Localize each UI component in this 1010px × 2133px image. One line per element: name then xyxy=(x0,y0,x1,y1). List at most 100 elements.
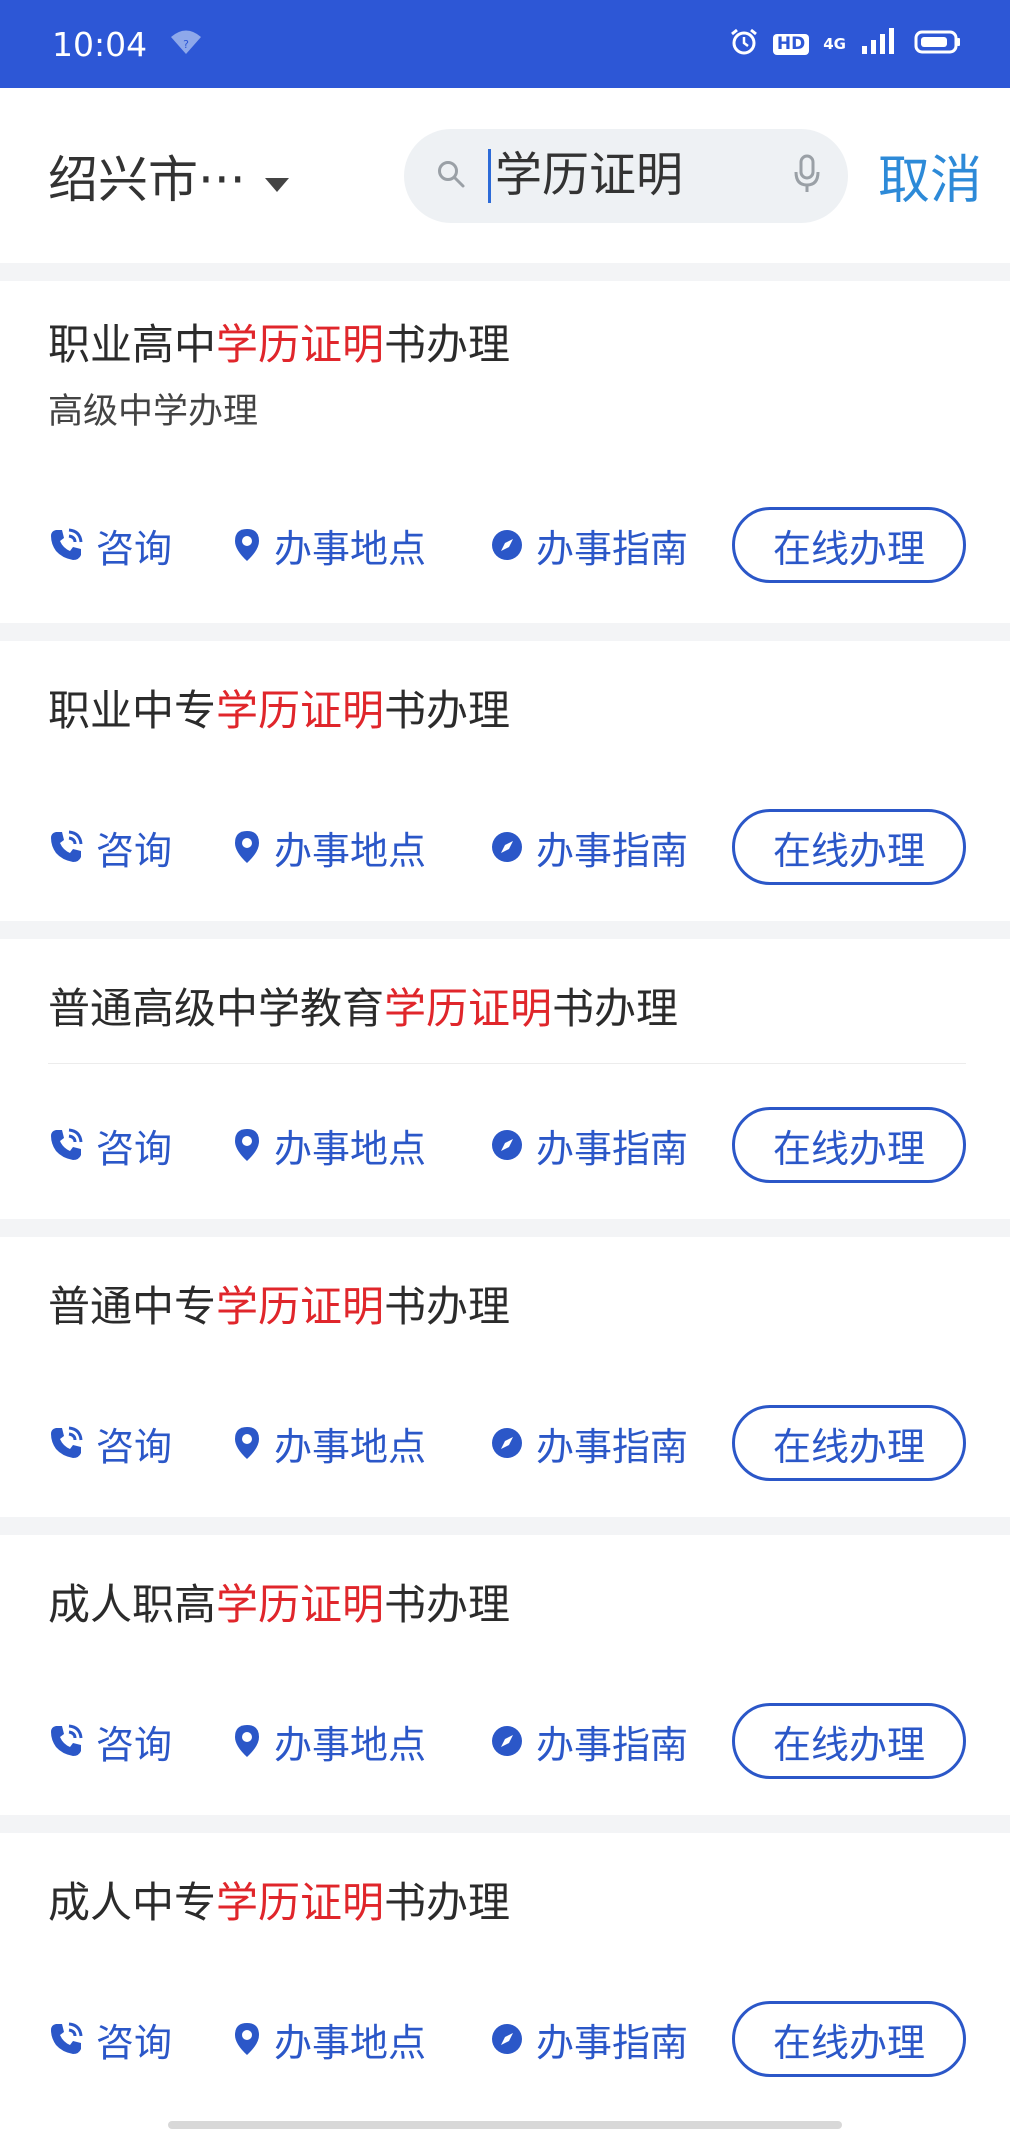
status-time: 10:04 xyxy=(52,24,148,64)
result-subtitle: 高级中学办理 xyxy=(48,392,259,432)
online-apply-button[interactable]: 在线办理 xyxy=(732,507,966,583)
search-header: 绍兴市··· 学历证明 取消 xyxy=(0,88,1010,263)
result-title: 普通中专学历证明书办理 xyxy=(48,1282,511,1331)
consult-button[interactable]: 咨询 xyxy=(48,1714,232,1769)
compass-icon xyxy=(490,528,524,562)
location-label: 办事地点 xyxy=(274,1424,427,1469)
result-actions: 咨询 办事地点 办事指南 在线办理 xyxy=(48,809,966,885)
consult-button[interactable]: 咨询 xyxy=(48,820,232,875)
online-apply-button[interactable]: 在线办理 xyxy=(732,1703,966,1779)
online-apply-button[interactable]: 在线办理 xyxy=(732,1107,966,1183)
location-button[interactable]: 办事地点 xyxy=(232,2012,490,2067)
result-card[interactable]: 普通高级中学教育学历证明书办理 咨询 办事地点 办事指南 在线办理 xyxy=(0,939,1010,1219)
result-card[interactable]: 职业中专学历证明书办理 咨询 办事地点 办事指南 在线办理 xyxy=(0,641,1010,921)
signal-icon xyxy=(860,28,900,60)
guide-button[interactable]: 办事指南 xyxy=(490,1118,728,1173)
online-apply-button[interactable]: 在线办理 xyxy=(732,2001,966,2077)
location-pin-icon xyxy=(232,1723,262,1759)
battery-icon xyxy=(914,29,962,59)
consult-button[interactable]: 咨询 xyxy=(48,1416,232,1471)
result-actions: 咨询 办事地点 办事指南 在线办理 xyxy=(48,1405,966,1481)
phone-icon xyxy=(48,527,84,563)
cancel-button[interactable]: 取消 xyxy=(878,138,982,213)
compass-icon xyxy=(490,830,524,864)
alarm-icon xyxy=(729,27,759,61)
city-selector[interactable]: 绍兴市··· xyxy=(48,140,358,212)
search-input[interactable]: 学历证明 xyxy=(488,148,794,203)
phone-icon xyxy=(48,1723,84,1759)
phone-icon xyxy=(48,1425,84,1461)
search-box[interactable]: 学历证明 xyxy=(404,128,848,223)
microphone-icon[interactable] xyxy=(794,154,820,198)
location-button[interactable]: 办事地点 xyxy=(232,1118,490,1173)
consult-label: 咨询 xyxy=(96,1126,173,1171)
online-apply-button[interactable]: 在线办理 xyxy=(732,809,966,885)
location-label: 办事地点 xyxy=(274,828,427,873)
location-pin-icon xyxy=(232,2021,262,2057)
location-button[interactable]: 办事地点 xyxy=(232,1416,490,1471)
consult-label: 咨询 xyxy=(96,1722,173,1767)
guide-label: 办事指南 xyxy=(536,1126,689,1171)
result-actions: 咨询 办事地点 办事指南 在线办理 xyxy=(48,507,966,583)
status-left: 10:04 ? xyxy=(52,25,203,64)
status-bar: 10:04 ? HD 4G xyxy=(0,0,1010,88)
network-type: 4G xyxy=(823,35,846,53)
guide-label: 办事指南 xyxy=(536,2020,689,2065)
location-button[interactable]: 办事地点 xyxy=(232,820,490,875)
location-label: 办事地点 xyxy=(274,1722,427,1767)
phone-icon xyxy=(48,1127,84,1163)
guide-label: 办事指南 xyxy=(536,828,689,873)
hd-badge: HD xyxy=(772,33,810,55)
result-title: 成人中专学历证明书办理 xyxy=(48,1878,511,1927)
result-title: 职业高中学历证明书办理 xyxy=(48,320,511,369)
result-card[interactable]: 成人职高学历证明书办理 咨询 办事地点 办事指南 在线办理 xyxy=(0,1535,1010,1815)
compass-icon xyxy=(490,1426,524,1460)
guide-button[interactable]: 办事指南 xyxy=(490,2012,728,2067)
location-pin-icon xyxy=(232,1127,262,1163)
consult-label: 咨询 xyxy=(96,2020,173,2065)
result-title: 成人职高学历证明书办理 xyxy=(48,1580,511,1629)
consult-label: 咨询 xyxy=(96,1424,173,1469)
result-actions: 咨询 办事地点 办事指南 在线办理 xyxy=(48,2001,966,2077)
result-title: 普通高级中学教育学历证明书办理 xyxy=(48,984,679,1033)
location-button[interactable]: 办事地点 xyxy=(232,518,490,573)
location-label: 办事地点 xyxy=(274,526,427,571)
consult-button[interactable]: 咨询 xyxy=(48,1118,232,1173)
guide-button[interactable]: 办事指南 xyxy=(490,518,728,573)
compass-icon xyxy=(490,1128,524,1162)
result-card[interactable]: 职业高中学历证明书办理 高级中学办理 咨询 办事地点 办事指南 在线办理 xyxy=(0,281,1010,623)
phone-icon xyxy=(48,829,84,865)
guide-label: 办事指南 xyxy=(536,526,689,571)
consult-button[interactable]: 咨询 xyxy=(48,518,232,573)
consult-label: 咨询 xyxy=(96,828,173,873)
wifi-icon: ? xyxy=(169,25,203,64)
guide-button[interactable]: 办事指南 xyxy=(490,820,728,875)
svg-text:?: ? xyxy=(183,38,189,51)
guide-button[interactable]: 办事指南 xyxy=(490,1416,728,1471)
status-right: HD 4G xyxy=(729,27,962,61)
consult-button[interactable]: 咨询 xyxy=(48,2012,232,2067)
caret-down-icon xyxy=(264,147,290,205)
result-actions: 咨询 办事地点 办事指南 在线办理 xyxy=(48,1107,966,1183)
location-label: 办事地点 xyxy=(274,2020,427,2065)
compass-icon xyxy=(490,2022,524,2056)
scroll-indicator xyxy=(168,2121,842,2129)
location-pin-icon xyxy=(232,1425,262,1461)
result-title: 职业中专学历证明书办理 xyxy=(48,686,511,735)
location-button[interactable]: 办事地点 xyxy=(232,1714,490,1769)
result-card[interactable]: 成人中专学历证明书办理 咨询 办事地点 办事指南 在线办理 xyxy=(0,1833,1010,2133)
guide-label: 办事指南 xyxy=(536,1424,689,1469)
guide-button[interactable]: 办事指南 xyxy=(490,1714,728,1769)
compass-icon xyxy=(490,1724,524,1758)
card-divider xyxy=(48,1063,966,1064)
search-icon xyxy=(436,159,466,193)
consult-label: 咨询 xyxy=(96,526,173,571)
online-apply-button[interactable]: 在线办理 xyxy=(732,1405,966,1481)
city-name: 绍兴市··· xyxy=(48,150,246,209)
location-pin-icon xyxy=(232,829,262,865)
location-label: 办事地点 xyxy=(274,1126,427,1171)
location-pin-icon xyxy=(232,527,262,563)
result-card[interactable]: 普通中专学历证明书办理 咨询 办事地点 办事指南 在线办理 xyxy=(0,1237,1010,1517)
guide-label: 办事指南 xyxy=(536,1722,689,1767)
